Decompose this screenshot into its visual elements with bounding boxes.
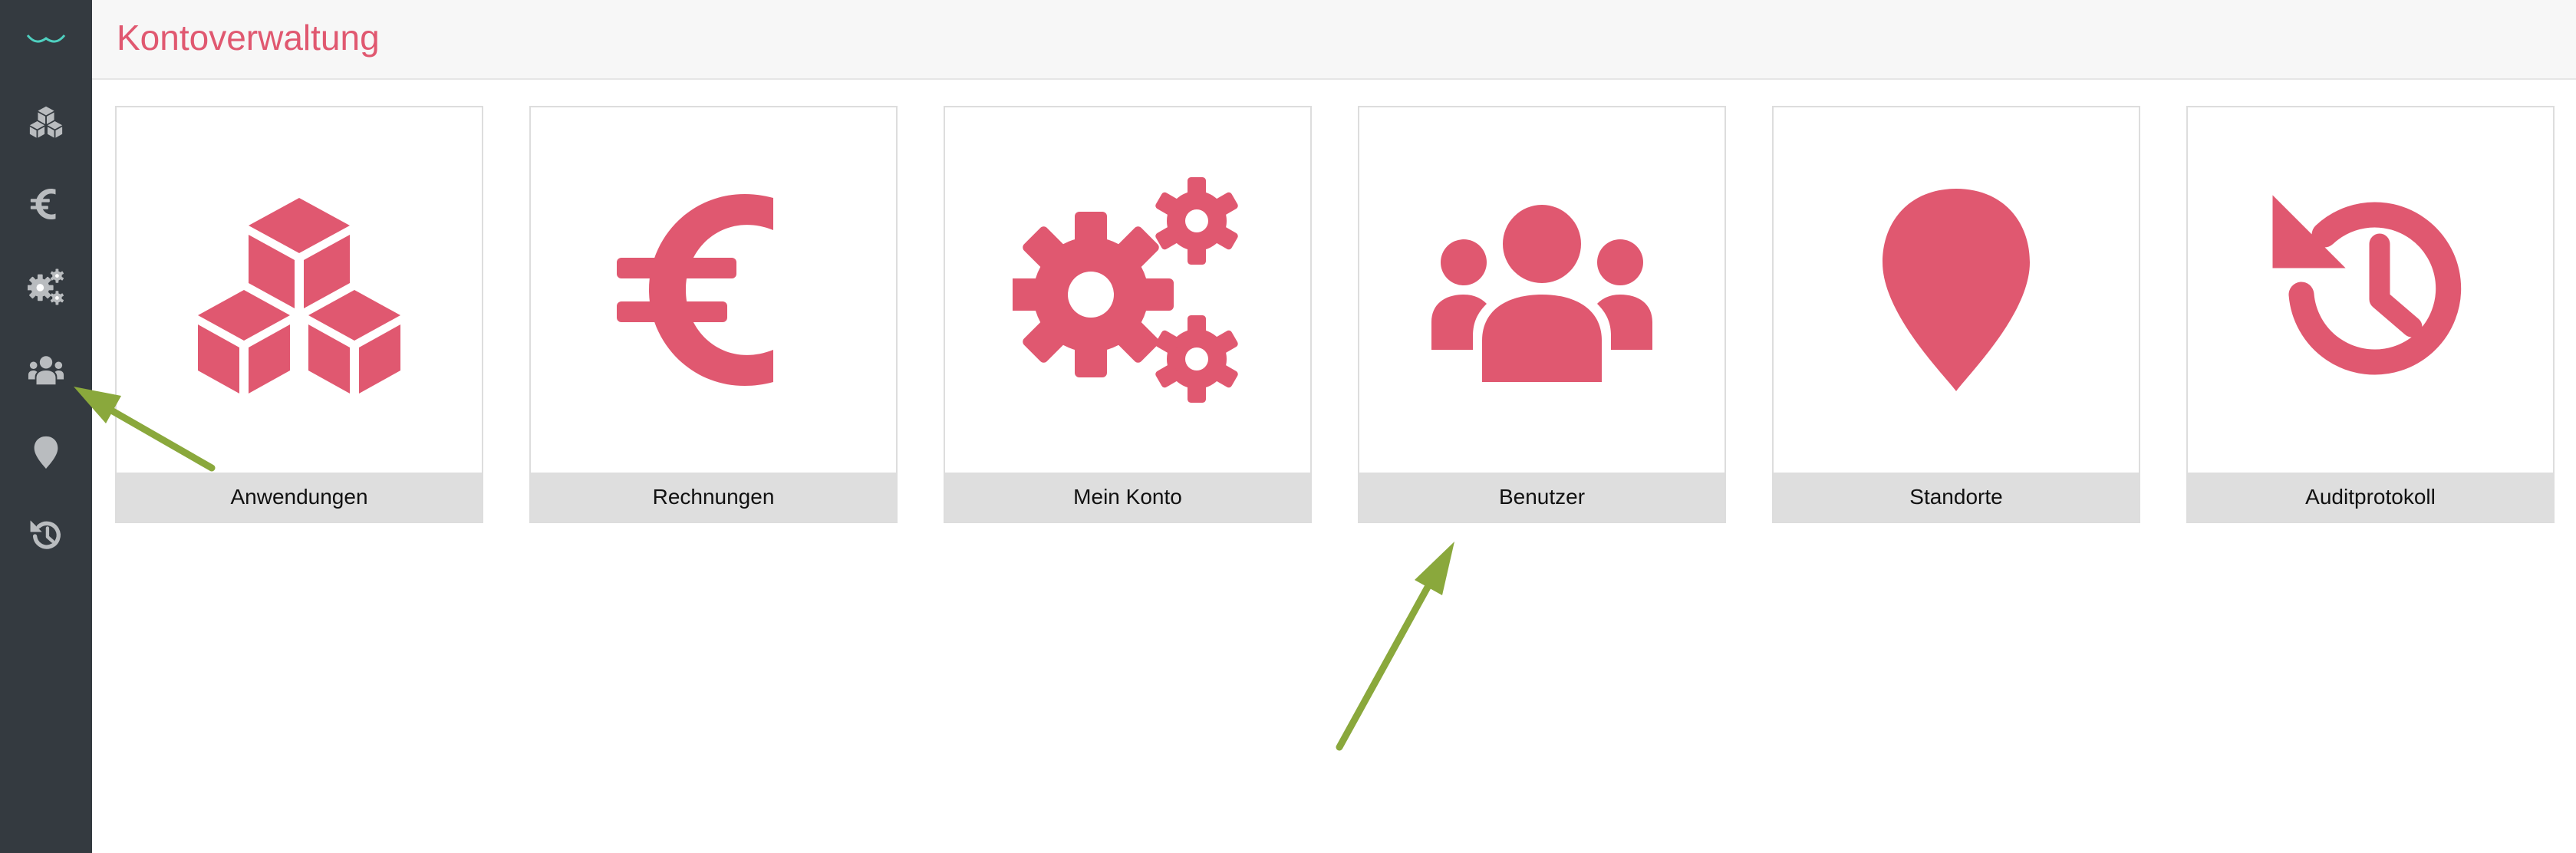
tile-benutzer[interactable]: Benutzer <box>1358 106 1726 523</box>
header: Kontoverwaltung <box>92 0 2576 80</box>
tile-mein-konto[interactable]: Mein Konto <box>944 106 1312 523</box>
users-icon <box>1431 205 1652 382</box>
tile-auditprotokoll[interactable]: Auditprotokoll <box>2186 106 2555 523</box>
sidebar-item-standorte[interactable] <box>15 422 77 483</box>
sidebar-item-auditprotokoll[interactable] <box>15 505 77 566</box>
euro-icon <box>30 188 56 220</box>
logo-icon[interactable] <box>25 26 68 49</box>
sidebar-item-anwendungen[interactable] <box>15 91 77 152</box>
page-title: Kontoverwaltung <box>117 18 380 58</box>
tile-label: Benutzer <box>1359 473 1724 522</box>
tile-anwendungen[interactable]: Anwendungen <box>115 106 483 523</box>
tile-label: Anwendungen <box>117 473 482 522</box>
tile-label: Rechnungen <box>531 473 896 522</box>
tile-rechnungen[interactable]: Rechnungen <box>529 106 898 523</box>
sidebar <box>0 0 92 853</box>
history-icon <box>28 517 64 554</box>
tile-standorte[interactable]: Standorte <box>1772 106 2140 523</box>
location-pin-icon <box>1883 189 2030 391</box>
tile-label: Standorte <box>1774 473 2139 522</box>
cubes-icon <box>198 198 400 394</box>
sidebar-item-mein-konto[interactable] <box>15 256 77 318</box>
tile-label: Mein Konto <box>945 473 1310 522</box>
users-icon <box>28 356 64 385</box>
annotation-arrow-benutzer <box>1336 542 1454 751</box>
gears-icon <box>1013 177 1240 403</box>
history-icon <box>2255 175 2485 405</box>
tile-label: Auditprotokoll <box>2188 473 2553 522</box>
location-pin-icon <box>34 436 58 469</box>
euro-icon <box>617 193 773 387</box>
sidebar-item-benutzer[interactable] <box>15 339 77 400</box>
cubes-icon <box>29 106 63 138</box>
gears-icon <box>28 268 64 305</box>
sidebar-item-rechnungen[interactable] <box>15 173 77 235</box>
